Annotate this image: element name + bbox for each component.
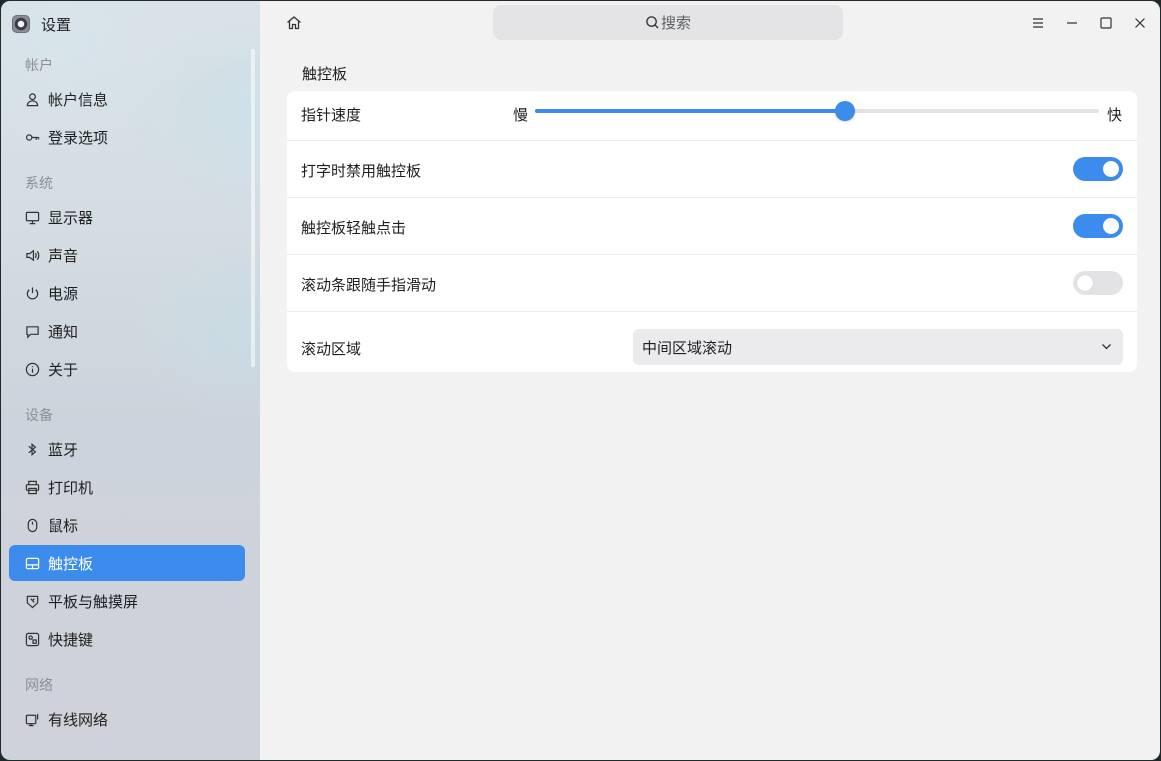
user-icon bbox=[25, 92, 40, 107]
key-icon bbox=[25, 130, 40, 145]
natural-scroll-row: 滚动条跟随手指滑动 bbox=[287, 255, 1137, 311]
sidebar-item-sound[interactable]: 声音 bbox=[9, 237, 245, 273]
sidebar-item-notifications[interactable]: 通知 bbox=[9, 313, 245, 349]
home-icon bbox=[287, 16, 301, 30]
top-bar: 搜索 bbox=[260, 1, 1160, 47]
section-title-system: 系统 bbox=[25, 176, 53, 192]
pointer-speed-label: 指针速度 bbox=[301, 106, 362, 124]
natural-scroll-label: 滚动条跟随手指滑动 bbox=[301, 276, 437, 294]
settings-window: 设置 帐户 帐户信息 登录选项 系统 显示器 声音 电源 通知 关于 设备 蓝牙… bbox=[0, 0, 1161, 761]
minimize-button[interactable] bbox=[1064, 15, 1080, 31]
disable-while-typing-label: 打字时禁用触控板 bbox=[301, 162, 422, 180]
sidebar-item-printer[interactable]: 打印机 bbox=[9, 469, 245, 505]
section-title-devices: 设备 bbox=[25, 408, 53, 424]
sidebar-item-account-info[interactable]: 帐户信息 bbox=[9, 81, 245, 117]
sidebar-item-label: 快捷键 bbox=[48, 630, 94, 649]
search-input[interactable]: 搜索 bbox=[493, 5, 843, 40]
sidebar-scrollbar[interactable] bbox=[251, 49, 255, 367]
sidebar-item-label: 显示器 bbox=[48, 208, 94, 227]
tap-to-click-label: 触控板轻触点击 bbox=[301, 219, 407, 237]
sidebar-item-shortcuts[interactable]: 快捷键 bbox=[9, 621, 245, 657]
monitor-icon bbox=[25, 210, 40, 225]
minimize-icon bbox=[1067, 22, 1077, 24]
touchpad-settings-card: 指针速度 慢 快 打字时禁用触控板 触控板轻触点击 滚动条跟随手指滑动 滚动区域… bbox=[287, 91, 1137, 372]
sidebar-item-bluetooth[interactable]: 蓝牙 bbox=[9, 431, 245, 467]
wired-network-icon bbox=[25, 712, 40, 727]
pointer-speed-row: 指针速度 慢 快 bbox=[287, 91, 1137, 140]
sidebar-item-label: 打印机 bbox=[48, 478, 94, 497]
close-icon bbox=[1135, 18, 1145, 28]
sidebar-item-about[interactable]: 关于 bbox=[9, 351, 245, 387]
tap-to-click-toggle[interactable] bbox=[1073, 214, 1123, 238]
shortcut-icon bbox=[25, 632, 40, 647]
slider-fill bbox=[535, 109, 846, 113]
toggle-knob bbox=[1103, 161, 1119, 177]
section-title-network: 网络 bbox=[25, 678, 53, 694]
sidebar: 设置 帐户 帐户信息 登录选项 系统 显示器 声音 电源 通知 关于 设备 蓝牙… bbox=[1, 1, 260, 760]
power-icon bbox=[25, 286, 40, 301]
sidebar-item-touchpad[interactable]: 触控板 bbox=[9, 545, 245, 581]
sidebar-nav: 帐户 帐户信息 登录选项 系统 显示器 声音 电源 通知 关于 设备 蓝牙 打印… bbox=[1, 47, 260, 737]
settings-app-icon bbox=[12, 15, 30, 33]
hamburger-icon bbox=[1033, 18, 1043, 28]
sidebar-item-label: 有线网络 bbox=[48, 710, 109, 729]
speaker-icon bbox=[25, 248, 40, 263]
sidebar-item-label: 通知 bbox=[48, 322, 79, 341]
maximize-icon bbox=[1100, 17, 1112, 29]
touchpad-icon bbox=[25, 556, 40, 571]
sidebar-item-label: 蓝牙 bbox=[48, 440, 79, 459]
app-title: 设置 bbox=[41, 15, 72, 34]
notification-icon bbox=[25, 324, 40, 339]
maximize-button[interactable] bbox=[1098, 15, 1114, 31]
sidebar-item-label: 触控板 bbox=[48, 554, 94, 573]
disable-while-typing-row: 打字时禁用触控板 bbox=[287, 141, 1137, 197]
pointer-speed-slider[interactable] bbox=[535, 101, 1099, 121]
info-icon bbox=[25, 362, 40, 377]
sidebar-item-label: 平板与触摸屏 bbox=[48, 592, 139, 611]
sidebar-item-label: 关于 bbox=[48, 360, 79, 379]
main-panel: 搜索 触控板 指针速度 慢 快 打字时禁用触控板 触控板轻触点击 滚动条跟随手指… bbox=[260, 1, 1160, 760]
sidebar-item-label: 电源 bbox=[48, 284, 79, 303]
sidebar-item-label: 登录选项 bbox=[48, 128, 109, 147]
sidebar-item-label: 帐户信息 bbox=[48, 90, 109, 109]
sidebar-item-display[interactable]: 显示器 bbox=[9, 199, 245, 235]
tablet-icon bbox=[25, 594, 40, 609]
home-button[interactable] bbox=[285, 14, 303, 32]
sidebar-item-label: 声音 bbox=[48, 246, 79, 265]
slider-max-label: 快 bbox=[1107, 106, 1123, 124]
bluetooth-icon bbox=[25, 442, 40, 457]
sidebar-item-label: 鼠标 bbox=[48, 516, 79, 535]
tap-to-click-row: 触控板轻触点击 bbox=[287, 198, 1137, 254]
toggle-knob bbox=[1103, 218, 1119, 234]
toggle-knob bbox=[1077, 275, 1093, 291]
sidebar-item-mouse[interactable]: 鼠标 bbox=[9, 507, 245, 543]
search-placeholder: 搜索 bbox=[660, 14, 691, 32]
close-button[interactable] bbox=[1132, 15, 1148, 31]
page-title: 触控板 bbox=[302, 65, 348, 83]
sidebar-item-tablet[interactable]: 平板与触摸屏 bbox=[9, 583, 245, 619]
slider-handle[interactable] bbox=[835, 101, 856, 121]
sidebar-item-login-options[interactable]: 登录选项 bbox=[9, 119, 245, 155]
sidebar-item-wired-network[interactable]: 有线网络 bbox=[9, 701, 245, 737]
mouse-icon bbox=[25, 518, 40, 533]
app-header: 设置 bbox=[1, 1, 260, 47]
scroll-area-label: 滚动区域 bbox=[301, 340, 362, 358]
slider-min-label: 慢 bbox=[513, 106, 529, 124]
scroll-area-select[interactable]: 中间区域滚动 bbox=[633, 329, 1123, 365]
search-icon bbox=[646, 16, 659, 29]
section-title-accounts: 帐户 bbox=[25, 58, 53, 74]
chevron-down-icon bbox=[1102, 344, 1111, 350]
natural-scroll-toggle[interactable] bbox=[1073, 271, 1123, 295]
printer-icon bbox=[25, 480, 40, 495]
disable-while-typing-toggle[interactable] bbox=[1073, 157, 1123, 181]
scroll-area-value: 中间区域滚动 bbox=[642, 338, 733, 357]
sidebar-item-power[interactable]: 电源 bbox=[9, 275, 245, 311]
menu-button[interactable] bbox=[1030, 15, 1046, 31]
